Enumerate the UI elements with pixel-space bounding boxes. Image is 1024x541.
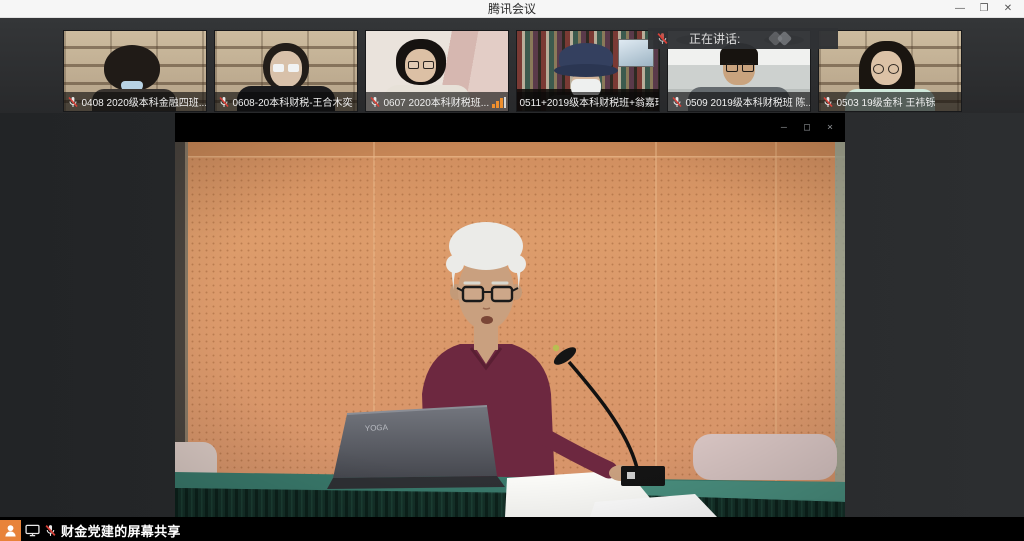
main-stage: – □ × xyxy=(0,113,1024,541)
meeting-logo-icon xyxy=(764,31,804,47)
participant-namebar: 0509 2019级本科财税班 陈... xyxy=(668,92,810,111)
participant-tile-3[interactable]: 0607 2020本科财税班... xyxy=(365,30,509,112)
video-window-controls: – □ × xyxy=(175,113,845,142)
participant-tile-2[interactable]: 0608-20本科财税-王合木奕 xyxy=(214,30,358,112)
video-minimize-icon[interactable]: – xyxy=(781,122,787,133)
participant-namebar: 0408 2020级本科金融四班... xyxy=(64,92,206,111)
speaking-label: 正在讲话: xyxy=(689,30,740,47)
mic-muted-icon xyxy=(44,524,57,537)
participant-name: 0408 2020级本科金融四班... xyxy=(82,94,206,109)
sharer-avatar xyxy=(0,520,21,541)
window-title: 腾讯会议 xyxy=(0,0,1024,18)
tencent-meeting-window: 腾讯会议 — ❐ ✕ 0408 2020级本科金融四班... 0608-20本科… xyxy=(0,0,1024,541)
minimize-icon[interactable]: — xyxy=(954,0,966,18)
speaking-banner: 正在讲话: xyxy=(648,28,838,49)
close-icon[interactable]: ✕ xyxy=(1002,0,1014,18)
video-close-icon[interactable]: × xyxy=(827,122,833,133)
share-label: 财金党建的屏幕共享 xyxy=(61,521,181,540)
network-volume-bars-icon xyxy=(492,96,507,108)
mic-muted-icon xyxy=(671,96,683,108)
participant-tile-4[interactable]: 0511+2019级本科财税班+翁嘉玲 xyxy=(516,30,660,112)
mic-muted-icon xyxy=(67,96,79,108)
participant-name: 0607 2020本科财税班... xyxy=(384,94,490,109)
lecture-video-scene: YOGA xyxy=(175,142,845,517)
participant-tile-6[interactable]: 0503 19级金科 王祎铄 xyxy=(818,30,962,112)
participant-namebar: 0511+2019级本科财税班+翁嘉玲 xyxy=(517,92,659,111)
restore-icon[interactable]: ❐ xyxy=(978,0,990,18)
participant-name: 0608-20本科财税-王合木奕 xyxy=(233,94,353,109)
participant-name: 0511+2019级本科财税班+翁嘉玲 xyxy=(520,94,659,109)
screen-share-icon xyxy=(25,524,40,537)
person-icon xyxy=(3,523,18,538)
participant-namebar: 0607 2020本科财税班... xyxy=(366,92,508,111)
participant-tile-1[interactable]: 0408 2020级本科金融四班... xyxy=(63,30,207,112)
participant-namebar: 0503 19级金科 王祎铄 xyxy=(819,92,961,111)
video-maximize-icon[interactable]: □ xyxy=(804,122,810,133)
mic-muted-icon xyxy=(218,96,230,108)
screen-share-indicator[interactable]: 财金党建的屏幕共享 xyxy=(0,520,193,541)
participant-filmstrip: 0408 2020级本科金融四班... 0608-20本科财税-王合木奕 060… xyxy=(0,18,1024,113)
participant-name: 0509 2019级本科财税班 陈... xyxy=(686,94,810,109)
window-controls: — ❐ ✕ xyxy=(954,0,1024,18)
participant-namebar: 0608-20本科财税-王合木奕 xyxy=(215,92,357,111)
participant-name: 0503 19级金科 王祎铄 xyxy=(837,94,936,109)
mic-muted-icon xyxy=(656,32,669,45)
shared-screen-video-window[interactable]: – □ × xyxy=(175,113,845,517)
titlebar: 腾讯会议 — ❐ ✕ xyxy=(0,0,1024,18)
mic-muted-icon xyxy=(369,96,381,108)
mic-muted-icon xyxy=(822,96,834,108)
